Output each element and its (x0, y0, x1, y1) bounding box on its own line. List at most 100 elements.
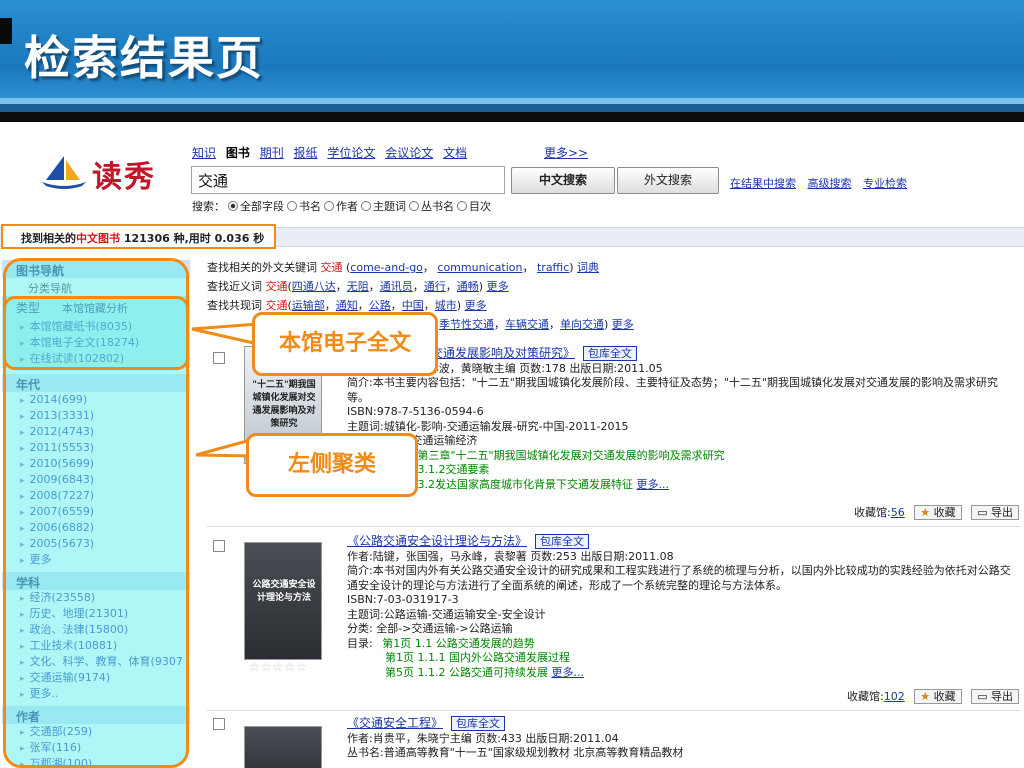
isbn: ISBN:978-7-5136-0594-6 (347, 405, 484, 418)
more-link[interactable]: 更多 (612, 318, 634, 331)
term-link[interactable]: 车辆交通 (505, 318, 549, 331)
category-nav-link[interactable]: 分类导航 (2, 278, 190, 298)
facet-year-more[interactable]: 更多 (2, 552, 190, 568)
facet-year[interactable]: 2006(6882) (2, 520, 190, 536)
radio-title[interactable] (287, 201, 297, 211)
facet-subject[interactable]: 交通运输(9174) (2, 670, 190, 686)
nav-link-documents[interactable]: 文档 (443, 146, 467, 160)
series-line: 丛书名:普通高等教育"十一五"国家级规划教材 北京高等教育精品教材 (347, 746, 684, 759)
facet-type[interactable]: 本馆电子全文(18274) (2, 335, 190, 351)
term-link[interactable]: 单向交通 (560, 318, 604, 331)
export-button[interactable]: ▭ 导出 (971, 689, 1019, 704)
facet-year[interactable]: 2009(6843) (2, 472, 190, 488)
rating-stars[interactable]: ☆☆☆☆☆ (249, 660, 308, 674)
term-link[interactable]: 四通八达 (292, 280, 336, 293)
facet-subject-more[interactable]: 更多.. (2, 686, 190, 702)
facet-subject[interactable]: 经济(23558) (2, 590, 190, 606)
nav-link-theses[interactable]: 学位论文 (327, 146, 375, 160)
star-icon: ★ (920, 690, 931, 703)
collect-button[interactable]: ★ 收藏 (914, 505, 962, 520)
result-title[interactable]: 《交通安全工程》 (347, 716, 443, 730)
book-cover[interactable] (244, 726, 322, 768)
toc-entry[interactable]: 第1页 1.1.1 国内外公路交通发展过程 (347, 651, 1017, 666)
toc-entry[interactable]: 第1页 1.1 公路交通发展的趋势 (376, 637, 535, 650)
more-link[interactable]: 更多 (487, 280, 509, 293)
radio-author[interactable] (324, 201, 334, 211)
facet-subject[interactable]: 政治、法律(15800) (2, 622, 190, 638)
full-text-badge[interactable]: 包库全文 (583, 346, 638, 361)
chinese-search-button[interactable]: 中文搜索 (511, 167, 615, 194)
facet-year[interactable]: 2012(4743) (2, 424, 190, 440)
dictionary-link[interactable]: 词典 (577, 261, 599, 274)
term-link[interactable]: come-and-go (350, 261, 423, 274)
facet-author[interactable]: 万郡湘(100) (2, 756, 190, 768)
facet-subject[interactable]: 工业技术(10881) (2, 638, 190, 654)
count-suffix: 121306 种,用时 0.036 秒 (120, 232, 265, 245)
nav-more-link[interactable]: 更多>> (544, 144, 588, 161)
search-input[interactable] (191, 166, 505, 194)
term-link[interactable]: 通讯员 (380, 280, 413, 293)
site-logo[interactable]: 读秀 (40, 150, 170, 195)
export-button[interactable]: ▭ 导出 (971, 505, 1019, 520)
result-title[interactable]: 《公路交通安全设计理论与方法》 (347, 534, 527, 548)
facet-type[interactable]: 在线试读(102802) (2, 351, 190, 367)
radio-subject[interactable] (361, 201, 371, 211)
expert-search-link[interactable]: 专业检索 (863, 177, 907, 190)
toc-entry[interactable]: 第1页 3.2发达国家高度城市化背景下交通发展特征 (385, 478, 633, 491)
facet-year[interactable]: 2010(5699) (2, 456, 190, 472)
term-link[interactable]: 公路 (369, 299, 391, 312)
facet-subject[interactable]: 文化、科学、教育、体育(9307 (2, 654, 190, 670)
full-text-badge[interactable]: 包库全文 (451, 716, 506, 731)
count-prefix: 找到相关的 (21, 232, 76, 245)
holdings-analysis-tab[interactable]: 本馆馆藏分析 (62, 302, 128, 315)
facet-type[interactable]: 本馆馆藏纸书(8035) (2, 319, 190, 335)
full-text-badge[interactable]: 包库全文 (535, 534, 590, 549)
term-link[interactable]: 通行 (424, 280, 446, 293)
result-checkbox[interactable] (213, 540, 225, 552)
advanced-search-link[interactable]: 高级搜索 (808, 177, 852, 190)
term-link[interactable]: communication (437, 261, 522, 274)
facet-year[interactable]: 2013(3331) (2, 408, 190, 424)
type-tab[interactable]: 类型 (16, 301, 40, 315)
term-link[interactable]: traffic (537, 261, 569, 274)
term-link[interactable]: 通知 (336, 299, 358, 312)
facet-year[interactable]: 2007(6559) (2, 504, 190, 520)
radio-toc[interactable] (457, 201, 467, 211)
term-link[interactable]: 城市 (435, 299, 457, 312)
term-link[interactable]: 运输部 (292, 299, 325, 312)
more-link[interactable]: 更多 (465, 299, 487, 312)
facet-year[interactable]: 2011(5553) (2, 440, 190, 456)
toc-entry[interactable]: 第1页 3.1.2交通要素 (347, 463, 1017, 478)
radio-series[interactable] (409, 201, 419, 211)
term-link[interactable]: 中国 (402, 299, 424, 312)
year-facet-list: 2014(699) 2013(3331) 2012(4743) 2011(555… (2, 392, 190, 568)
facet-author[interactable]: 张军(116) (2, 740, 190, 756)
toc-more-link[interactable]: 更多... (551, 666, 584, 679)
toc-more-link[interactable]: 更多... (637, 478, 670, 491)
term-link[interactable]: 季节性交通 (439, 318, 494, 331)
facet-year[interactable]: 2008(7227) (2, 488, 190, 504)
result-checkbox[interactable] (213, 718, 225, 730)
collect-button[interactable]: ★ 收藏 (914, 689, 962, 704)
toc-entry[interactable]: 第1页 第三章"十二五"期我国城镇化发展对交通发展的影响及需求研究 (347, 449, 1017, 464)
collect-count[interactable]: 102 (884, 690, 905, 703)
search-within-results-link[interactable]: 在结果中搜索 (730, 177, 796, 190)
foreign-search-button[interactable]: 外文搜索 (617, 167, 719, 194)
nav-link-conference[interactable]: 会议论文 (385, 146, 433, 160)
term-link[interactable]: 无阻 (347, 280, 369, 293)
result-item: 《交通安全工程》 包库全文 作者:肖贵平，朱晓宁主编 页数:433 出版日期:20… (207, 716, 1021, 768)
collect-count[interactable]: 56 (891, 506, 905, 519)
term-link[interactable]: 通畅 (457, 280, 479, 293)
toc-entry[interactable]: 第5页 1.1.2 公路交通可持续发展 (385, 666, 548, 679)
book-cover[interactable]: 公路交通安全设计理论与方法 (244, 542, 322, 660)
nav-link-knowledge[interactable]: 知识 (192, 146, 216, 160)
nav-link-journals[interactable]: 期刊 (260, 146, 284, 160)
facet-subject[interactable]: 历史、地理(21301) (2, 606, 190, 622)
facet-year[interactable]: 2014(699) (2, 392, 190, 408)
facet-author[interactable]: 交通部(259) (2, 724, 190, 740)
nav-link-newspapers[interactable]: 报纸 (294, 146, 318, 160)
sailboat-icon (42, 156, 86, 189)
radio-all-fields[interactable] (228, 201, 238, 211)
nav-link-books[interactable]: 图书 (226, 146, 250, 160)
facet-year[interactable]: 2005(5673) (2, 536, 190, 552)
